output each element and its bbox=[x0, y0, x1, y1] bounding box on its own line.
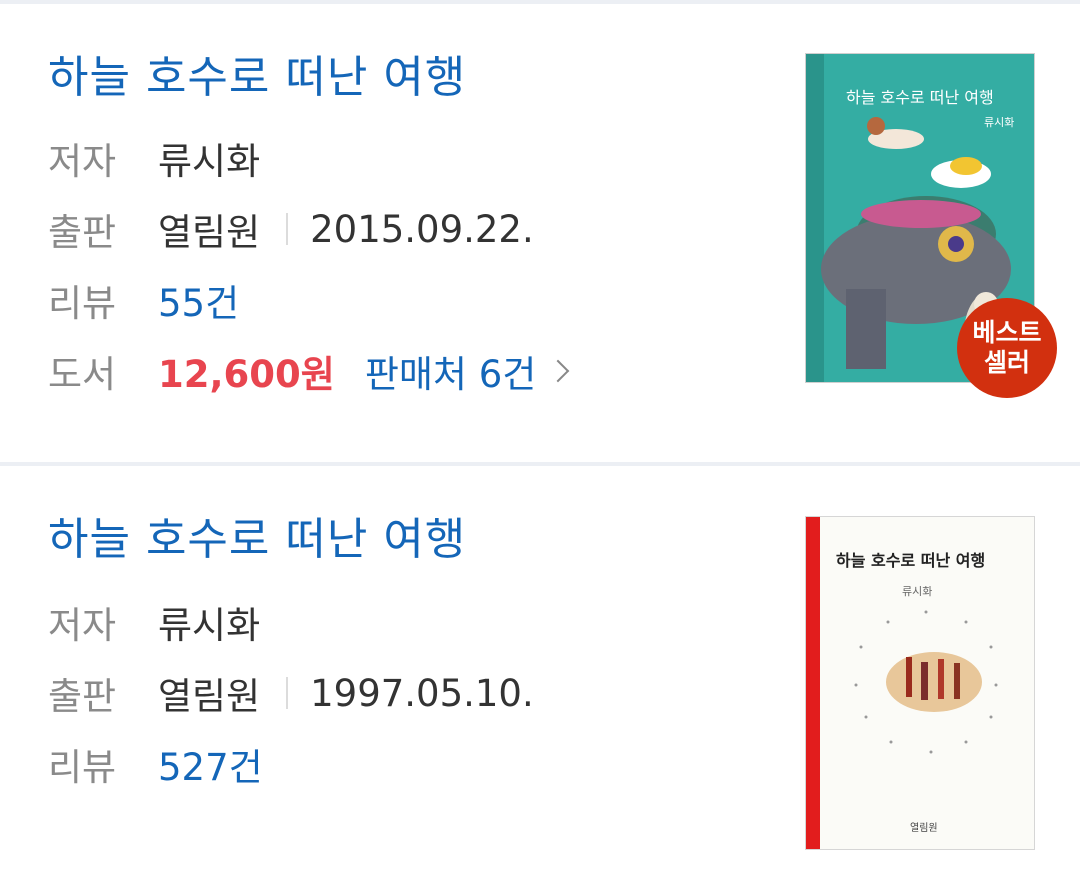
publish-date: 2015.09.22. bbox=[310, 207, 534, 251]
book-cover-image[interactable]: 하늘 호수로 떠난 여행 류시화 열림원 bbox=[806, 517, 1034, 849]
review-row: 리뷰 527건 bbox=[48, 736, 263, 792]
separator bbox=[286, 677, 289, 709]
author-value[interactable]: 류시화 bbox=[158, 131, 260, 185]
review-row: 리뷰 55건 bbox=[48, 272, 239, 328]
bestseller-badge: 베스트 셀러 bbox=[957, 298, 1057, 398]
cover-illustration bbox=[854, 610, 998, 754]
cover-title: 하늘 호수로 떠난 여행 bbox=[846, 88, 994, 107]
publisher-label: 출판 bbox=[48, 211, 117, 254]
price: 12,600원 bbox=[158, 353, 335, 396]
review-label: 리뷰 bbox=[48, 746, 117, 789]
sellers-link[interactable]: 판매처 6건 bbox=[365, 344, 536, 398]
publisher-row: 출판 열림원 2015.09.22. bbox=[48, 201, 534, 257]
author-row: 저자 류시화 bbox=[48, 594, 260, 650]
author-row: 저자 류시화 bbox=[48, 130, 260, 186]
review-label: 리뷰 bbox=[48, 282, 117, 325]
badge-line-1: 베스트 bbox=[972, 318, 1042, 347]
badge-line-2: 셀러 bbox=[983, 348, 1030, 377]
book-label: 도서 bbox=[48, 353, 117, 396]
publish-date: 1997.05.10. bbox=[310, 671, 534, 715]
review-count[interactable]: 55건 bbox=[158, 273, 239, 327]
book-title[interactable]: 하늘 호수로 떠난 여행 bbox=[48, 56, 466, 100]
publisher-label: 출판 bbox=[48, 675, 117, 718]
review-count[interactable]: 527건 bbox=[158, 737, 263, 791]
publisher-row: 출판 열림원 1997.05.10. bbox=[48, 665, 534, 721]
author-label: 저자 bbox=[48, 604, 117, 647]
price-row: 도서 12,600원 판매처 6건 bbox=[48, 343, 570, 399]
book-title[interactable]: 하늘 호수로 떠난 여행 bbox=[48, 518, 466, 562]
book-result-1[interactable]: 하늘 호수로 떠난 여행 저자 류시화 출판 열림원 2015.09.22. 리… bbox=[0, 0, 1080, 462]
author-label: 저자 bbox=[48, 140, 117, 183]
cover-author: 류시화 bbox=[984, 116, 1015, 129]
cover-publisher: 열림원 bbox=[910, 823, 938, 834]
publisher-value: 열림원 bbox=[158, 211, 261, 254]
separator bbox=[286, 213, 289, 245]
chevron-right-icon[interactable] bbox=[546, 359, 570, 383]
author-value[interactable]: 류시화 bbox=[158, 595, 260, 649]
publisher-value: 열림원 bbox=[158, 675, 261, 718]
